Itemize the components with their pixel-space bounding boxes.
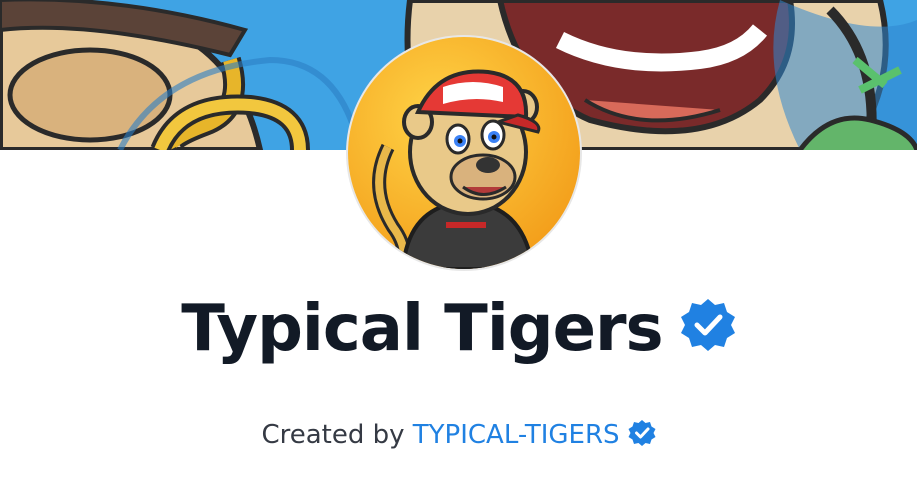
collection-avatar[interactable] — [348, 37, 580, 269]
verified-badge-icon — [680, 299, 735, 351]
tiger-avatar-icon — [348, 37, 580, 269]
creator-verified-badge-icon — [628, 419, 656, 446]
created-by-line: Created by TYPICAL-TIGERS — [0, 419, 917, 450]
created-by-label: Created by — [261, 420, 405, 450]
creator-link[interactable]: TYPICAL-TIGERS — [413, 420, 620, 450]
collection-title: Typical Tigers — [0, 292, 917, 366]
collection-title-text: Typical Tigers — [181, 292, 663, 366]
